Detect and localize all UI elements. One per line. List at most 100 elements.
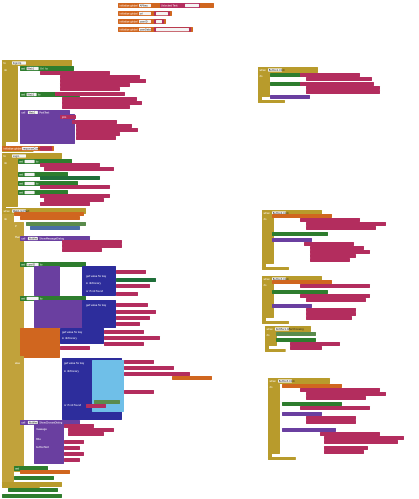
text-block[interactable] [306, 90, 380, 94]
set-block[interactable] [14, 476, 54, 480]
text-block[interactable] [86, 404, 106, 408]
text-block[interactable] [306, 316, 352, 320]
text-block[interactable] [62, 244, 122, 248]
text-block[interactable] [116, 322, 140, 326]
set-block[interactable] [282, 402, 342, 406]
text-block[interactable] [116, 292, 138, 296]
text-block[interactable] [324, 446, 368, 450]
set-block-field-box[interactable] [24, 190, 35, 195]
text-block[interactable] [124, 390, 154, 394]
text-block[interactable] [64, 452, 84, 456]
text-block[interactable] [76, 132, 120, 136]
text-block[interactable] [60, 83, 130, 87]
set-global-block[interactable] [272, 280, 332, 284]
get-block[interactable] [40, 176, 100, 180]
set-block[interactable] [272, 232, 328, 236]
text-block[interactable] [76, 128, 138, 132]
call-block[interactable] [272, 238, 312, 242]
login-procedure-header[interactable] [2, 153, 62, 159]
text-block[interactable] [76, 124, 132, 128]
text-block[interactable] [62, 248, 102, 252]
text-block[interactable] [104, 336, 160, 340]
text-block[interactable] [306, 416, 356, 420]
text-block[interactable] [306, 312, 356, 316]
text-block[interactable] [300, 73, 360, 77]
text-block[interactable] [310, 246, 364, 250]
text-block[interactable] [310, 250, 370, 254]
text-block[interactable] [306, 86, 380, 90]
set-global-block[interactable] [282, 384, 342, 388]
get-global-block[interactable] [172, 376, 212, 380]
text-block[interactable] [306, 392, 386, 396]
text-block[interactable] [60, 79, 146, 83]
text-block[interactable] [124, 366, 174, 370]
set-global-block[interactable] [272, 214, 332, 218]
blocks-workspace[interactable]: initialize global APIkey Unlocked Textinit… [0, 0, 419, 499]
text-block[interactable] [40, 194, 110, 198]
text-block[interactable] [300, 294, 370, 298]
compare-block[interactable] [26, 222, 86, 226]
text-block[interactable] [68, 428, 114, 432]
text-block[interactable] [320, 432, 380, 436]
logic-block[interactable] [94, 400, 120, 404]
text-block[interactable] [104, 342, 144, 346]
text-block[interactable] [60, 346, 90, 350]
text-field-box[interactable] [156, 20, 162, 24]
text-block[interactable] [40, 202, 90, 206]
text-block[interactable] [40, 163, 100, 167]
text-block[interactable] [62, 101, 142, 105]
text-block[interactable] [300, 82, 374, 86]
text-block[interactable] [62, 97, 137, 101]
text-block[interactable] [124, 372, 190, 376]
parameter-block[interactable] [20, 216, 80, 220]
text-block[interactable] [64, 424, 94, 428]
text-block[interactable] [40, 146, 52, 151]
text-block[interactable] [116, 303, 148, 307]
text-block[interactable] [310, 254, 356, 258]
text-block[interactable] [64, 440, 84, 444]
text-block[interactable] [116, 310, 156, 314]
text-block[interactable] [306, 298, 366, 302]
text-block[interactable] [124, 360, 154, 364]
text-block[interactable] [55, 92, 125, 96]
text-block[interactable] [300, 284, 370, 288]
text-block[interactable] [306, 222, 386, 226]
text-block[interactable] [72, 120, 117, 124]
parameter-block[interactable] [14, 212, 84, 216]
text-block[interactable] [324, 450, 364, 454]
text-field-box[interactable] [156, 28, 189, 32]
text-block[interactable] [64, 458, 80, 462]
text-block[interactable] [324, 436, 404, 440]
text-block[interactable] [306, 226, 376, 230]
set-block-field-box[interactable] [24, 172, 35, 177]
math-block[interactable] [30, 226, 80, 230]
set-block[interactable] [8, 488, 58, 492]
text-block[interactable] [300, 218, 360, 222]
text-block[interactable] [306, 420, 356, 424]
set-global-block[interactable] [20, 328, 60, 358]
text-block[interactable] [64, 446, 80, 450]
set-global-block[interactable] [20, 470, 70, 474]
join-block[interactable] [40, 71, 110, 75]
button1-click-event-header[interactable] [258, 67, 318, 73]
text-block[interactable] [306, 396, 366, 400]
text-block[interactable] [300, 388, 380, 392]
text-block[interactable] [304, 242, 354, 246]
call-show-message-block[interactable] [282, 428, 336, 432]
call-block[interactable] [270, 95, 310, 99]
text-block[interactable] [306, 77, 372, 81]
set-block[interactable] [272, 290, 328, 294]
text-block[interactable] [104, 330, 144, 334]
text-field-box[interactable] [185, 3, 199, 8]
text-block[interactable] [44, 167, 114, 171]
text-block[interactable] [116, 270, 146, 274]
text-block[interactable] [310, 258, 350, 262]
set-block-field-box[interactable] [26, 296, 39, 301]
text-block[interactable] [116, 316, 150, 320]
text-block[interactable] [44, 198, 104, 202]
set-block-field-box[interactable] [24, 181, 35, 186]
set-block[interactable] [2, 494, 62, 498]
text-block[interactable] [76, 136, 116, 140]
text-block[interactable] [290, 346, 322, 350]
set-block-field-box[interactable] [24, 159, 35, 164]
